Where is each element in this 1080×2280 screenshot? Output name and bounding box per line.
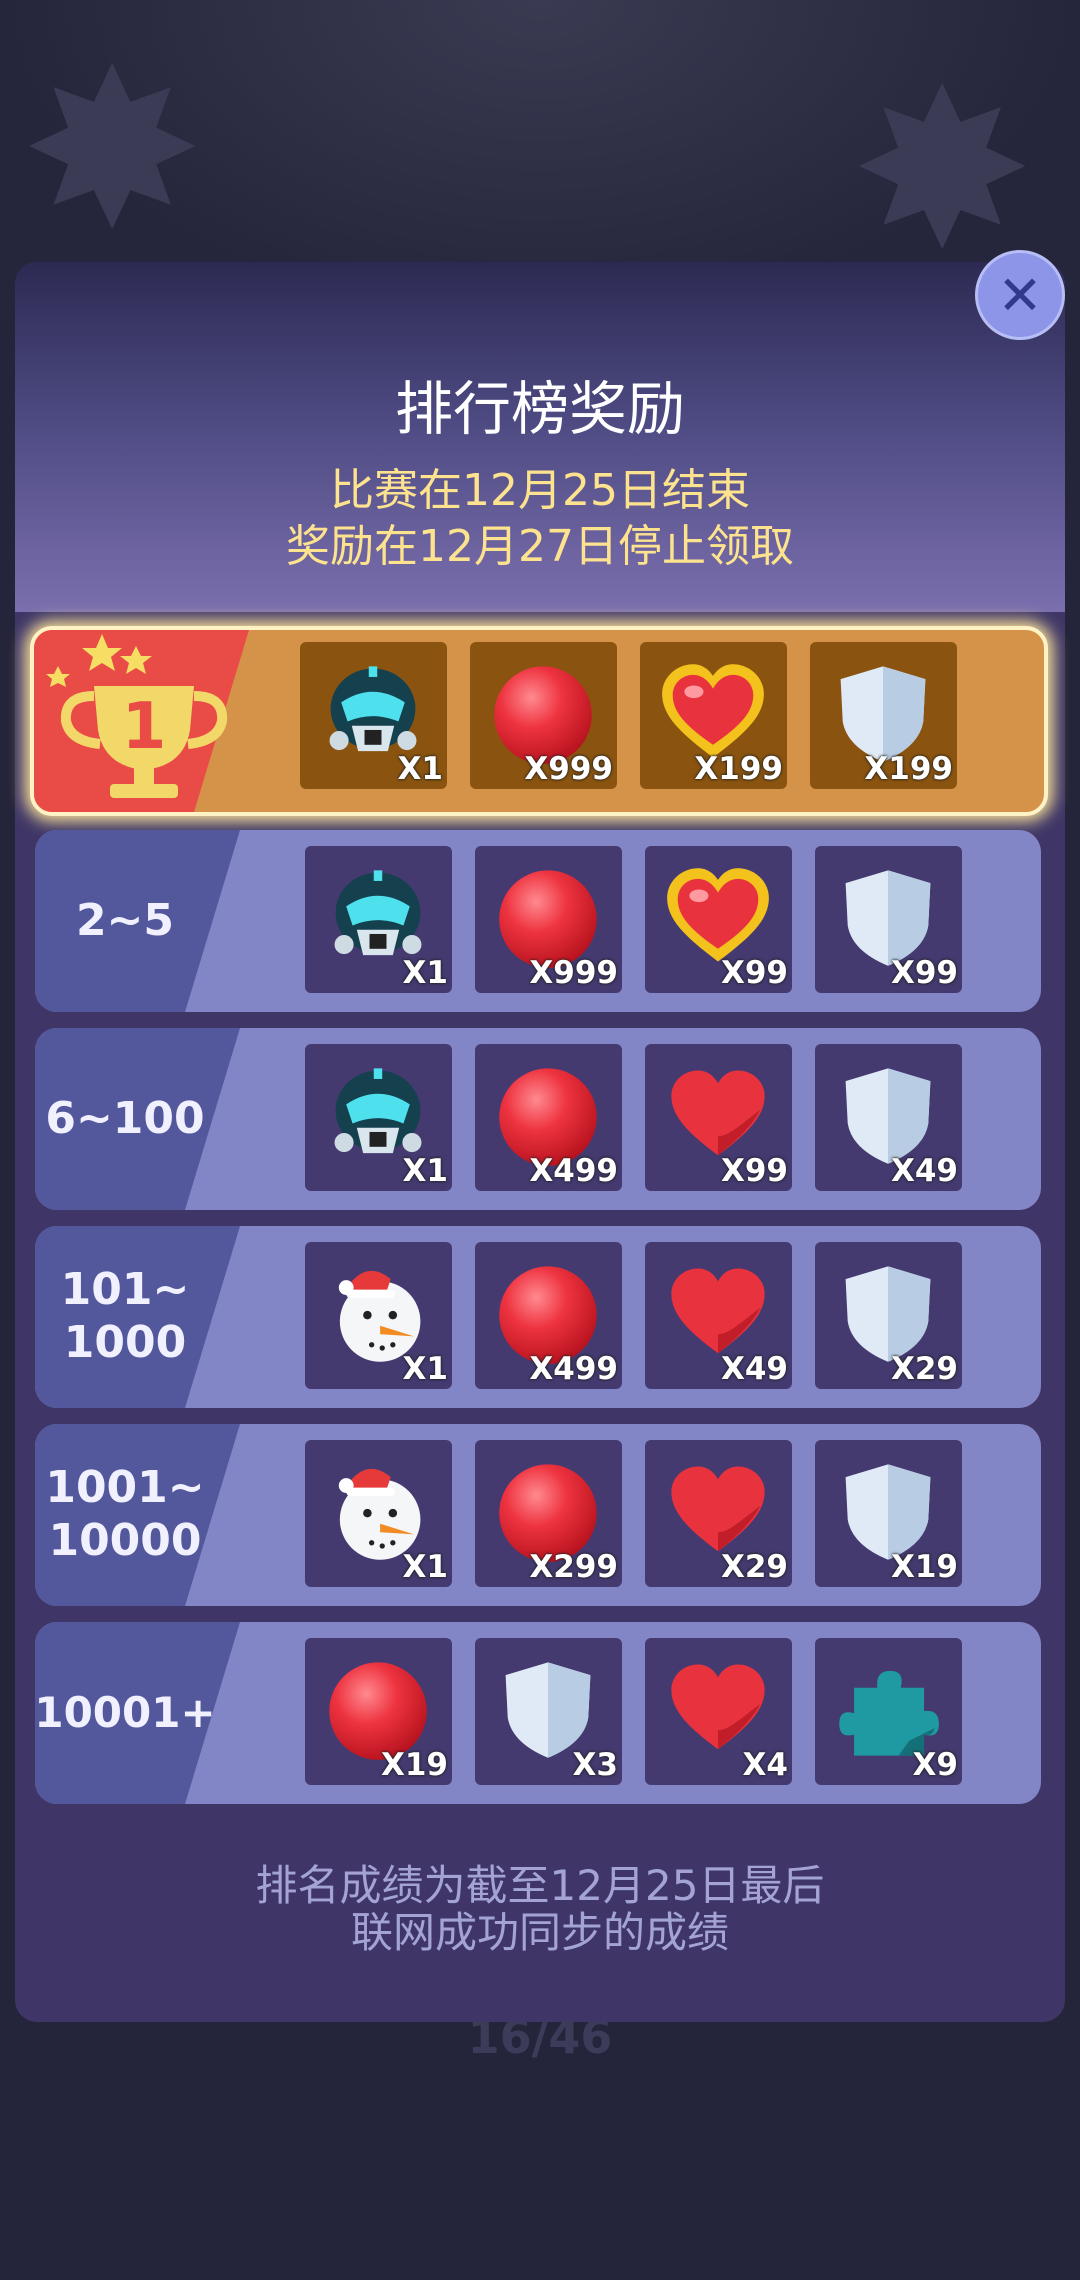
reward-item: X99 xyxy=(815,846,962,993)
reward-quantity: X999 xyxy=(524,751,613,787)
reward-item: X999 xyxy=(475,846,622,993)
claim-deadline-notice: 奖励在12月27日停止领取 xyxy=(286,521,794,572)
reward-item: X1 xyxy=(305,1440,452,1587)
reward-item: X49 xyxy=(645,1242,792,1389)
reward-quantity: X4 xyxy=(742,1747,788,1783)
reward-quantity: X1 xyxy=(402,1549,448,1585)
reward-quantity: X99 xyxy=(720,955,788,991)
reward-item: X29 xyxy=(645,1440,792,1587)
reward-quantity: X9 xyxy=(912,1747,958,1783)
background-star-icon: ✸ xyxy=(850,42,1035,298)
reward-quantity: X299 xyxy=(529,1549,618,1585)
reward-quantity: X3 xyxy=(572,1747,618,1783)
reward-item: X19 xyxy=(305,1638,452,1785)
contest-end-notice: 比赛在12月25日结束 xyxy=(330,465,750,516)
reward-item: X99 xyxy=(645,1044,792,1191)
reward-item: X1 xyxy=(305,1242,452,1389)
rank-range-label: 1001~ 10000 xyxy=(45,1462,205,1566)
reward-item: X99 xyxy=(645,846,792,993)
trophy-icon: 1 xyxy=(46,634,228,798)
reward-item: X499 xyxy=(475,1242,622,1389)
rank-number: 1 xyxy=(122,690,167,764)
reward-quantity: X1 xyxy=(402,1351,448,1387)
reward-quantity: X1 xyxy=(402,1153,448,1189)
reward-quantity: X499 xyxy=(529,1153,618,1189)
reward-item: X49 xyxy=(815,1044,962,1191)
reward-item: X499 xyxy=(475,1044,622,1191)
reward-quantity: X1 xyxy=(397,751,443,787)
reward-quantity: X199 xyxy=(694,751,783,787)
close-button[interactable]: ✕ xyxy=(975,250,1065,340)
reward-quantity: X199 xyxy=(864,751,953,787)
rank-range-label: 6~100 xyxy=(45,1092,205,1144)
background-star-icon: ✸ xyxy=(20,22,205,278)
reward-quantity: X19 xyxy=(380,1747,448,1783)
rank-row: 6~100 X1 X499 X99 X49 xyxy=(35,1028,1041,1210)
reward-item: X1 xyxy=(300,642,447,789)
reward-quantity: X1 xyxy=(402,955,448,991)
rank-range-label: 2~5 xyxy=(75,894,175,946)
reward-quantity: X99 xyxy=(720,1153,788,1189)
reward-item: X19 xyxy=(815,1440,962,1587)
reward-quantity: X499 xyxy=(529,1351,618,1387)
reward-quantity: X49 xyxy=(720,1351,788,1387)
rank-row: 101~ 1000 X1 X499 X49 X29 xyxy=(35,1226,1041,1408)
footnote-line: 联网成功同步的成绩 xyxy=(350,1908,729,1958)
reward-quantity: X99 xyxy=(890,955,958,991)
reward-quantity: X29 xyxy=(720,1549,788,1585)
reward-quantity: X19 xyxy=(890,1549,958,1585)
reward-item: X199 xyxy=(810,642,957,789)
reward-item: X299 xyxy=(475,1440,622,1587)
rank-row: 2~5 X1 X999 X99 X99 xyxy=(35,830,1041,1012)
rank-range-label: 101~ 1000 xyxy=(60,1264,190,1368)
reward-item: X1 xyxy=(305,846,452,993)
reward-quantity: X999 xyxy=(529,955,618,991)
reward-item: X29 xyxy=(815,1242,962,1389)
close-icon: ✕ xyxy=(997,263,1043,327)
rank-row-first: 1 X1 X999 X199 X199 xyxy=(30,626,1048,816)
dialog-title: 排行榜奖励 xyxy=(394,375,685,443)
reward-item: X3 xyxy=(475,1638,622,1785)
reward-item: X1 xyxy=(305,1044,452,1191)
rank-range-label: 10001+ xyxy=(35,1687,216,1737)
reward-item: X999 xyxy=(470,642,617,789)
rank-row: 10001+ X19 X3 X4 X9 xyxy=(35,1622,1041,1804)
reward-item: X199 xyxy=(640,642,787,789)
reward-item: X9 xyxy=(815,1638,962,1785)
reward-quantity: X29 xyxy=(890,1351,958,1387)
dialog-header: 排行榜奖励 比赛在12月25日结束 奖励在12月27日停止领取 xyxy=(15,262,1065,612)
reward-quantity: X49 xyxy=(890,1153,958,1189)
ranking-footnote: 排名成绩为截至12月25日最后 联网成功同步的成绩 xyxy=(15,1862,1065,1956)
footnote-line: 排名成绩为截至12月25日最后 xyxy=(255,1861,825,1910)
rank-row: 1001~ 10000 X1 X299 X29 X19 xyxy=(35,1424,1041,1606)
reward-item: X4 xyxy=(645,1638,792,1785)
